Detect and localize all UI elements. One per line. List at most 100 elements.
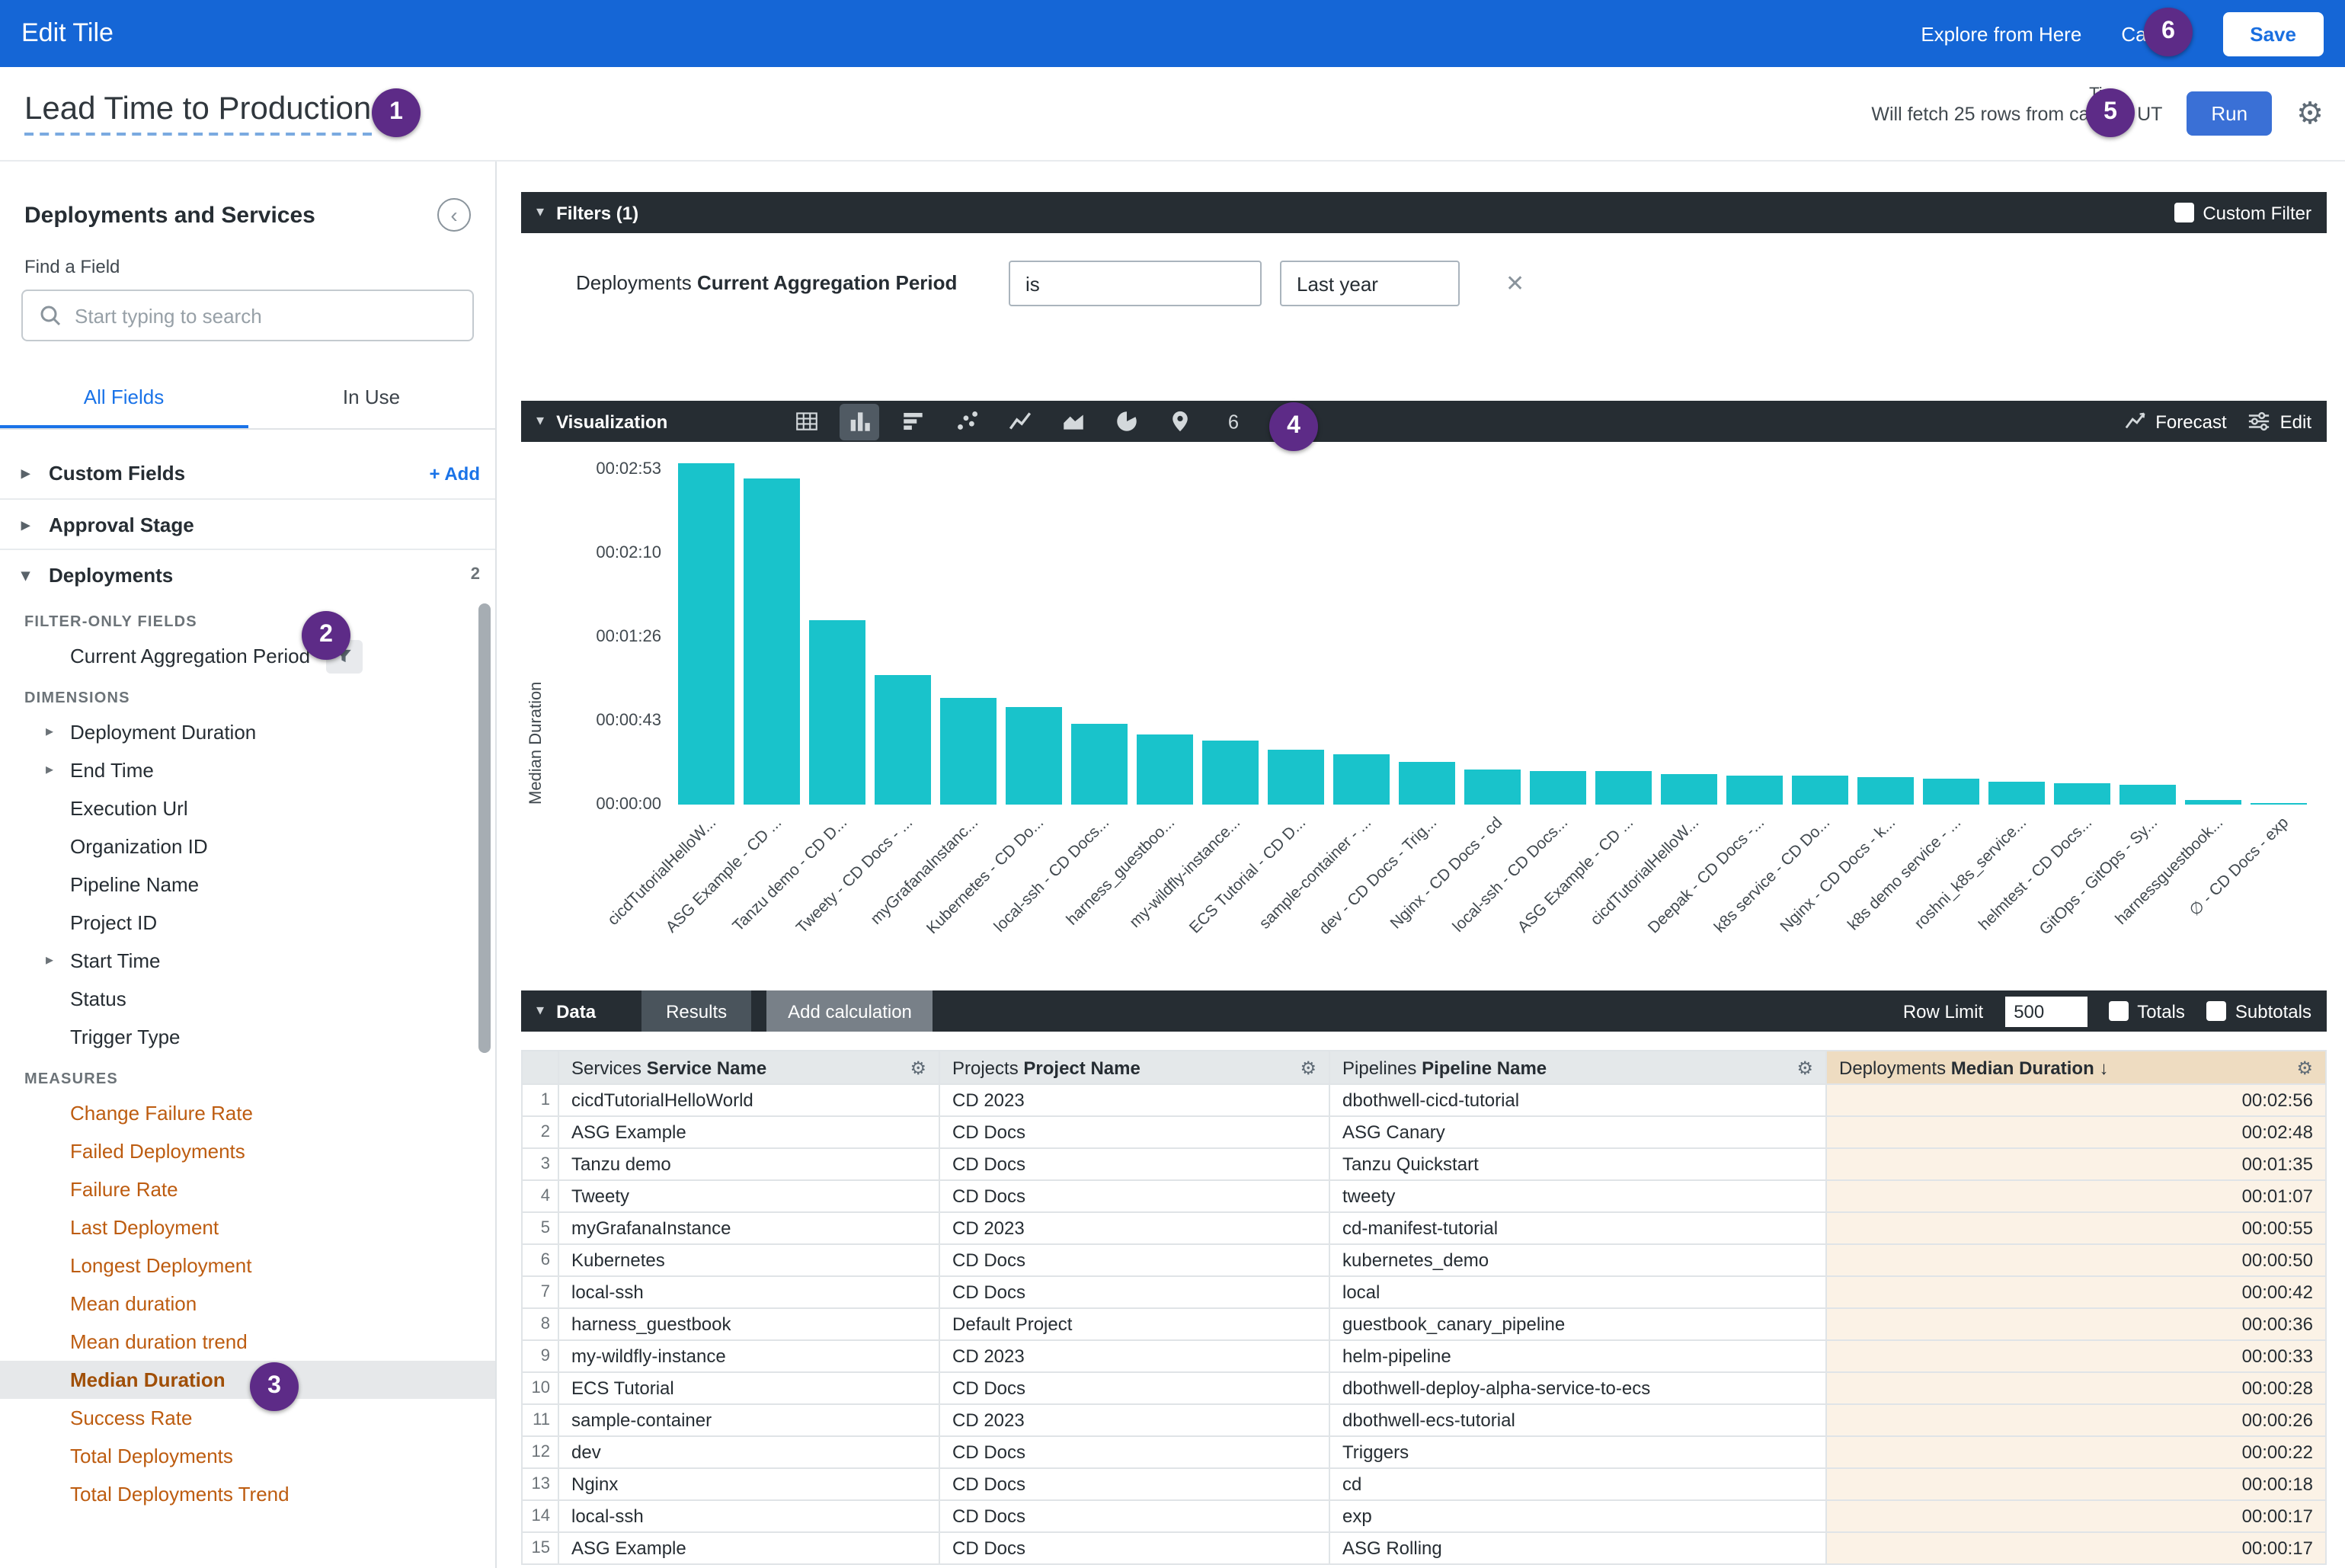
table-row[interactable]: 12devCD DocsTriggers00:00:22 <box>522 1436 2326 1468</box>
field-search[interactable] <box>21 290 474 341</box>
field-item-total-deployments-trend[interactable]: Total Deployments Trend <box>0 1475 495 1513</box>
bar[interactable] <box>1203 741 1258 805</box>
filters-header[interactable]: Filters (1) <box>556 202 638 223</box>
bar[interactable] <box>1072 723 1127 805</box>
forecast-button[interactable]: Forecast <box>2123 410 2226 433</box>
gear-icon[interactable]: ⚙ <box>910 1057 926 1078</box>
filter-operator-select[interactable]: is <box>1009 261 1262 306</box>
bar[interactable] <box>941 698 996 805</box>
column-header-pipeline-name[interactable]: ⚙Pipelines Pipeline Name <box>1329 1051 1826 1084</box>
bar[interactable] <box>744 479 799 805</box>
row-limit-input[interactable] <box>2004 996 2087 1026</box>
bar[interactable] <box>2055 783 2110 805</box>
gear-icon[interactable]: ⚙ <box>1796 1057 1813 1078</box>
table-row[interactable]: 6KubernetesCD Docskubernetes_demo00:00:5… <box>522 1244 2326 1276</box>
field-item-mean-duration-trend[interactable]: Mean duration trend <box>0 1323 495 1361</box>
table-row[interactable]: 14local-sshCD Docsexp00:00:17 <box>522 1500 2326 1532</box>
map-pin-icon[interactable] <box>1160 403 1199 440</box>
save-button[interactable]: Save <box>2222 11 2324 56</box>
tab-results[interactable]: Results <box>641 990 751 1032</box>
field-group-approval-stage[interactable]: ▸Approval Stage <box>0 498 495 549</box>
bar[interactable] <box>1334 754 1389 805</box>
field-item-organization-id[interactable]: Organization ID <box>0 827 495 866</box>
bar[interactable] <box>875 675 930 805</box>
pie-chart-icon[interactable] <box>1106 403 1146 440</box>
field-item-success-rate[interactable]: Success Rate <box>0 1399 495 1437</box>
bar[interactable] <box>1465 770 1520 805</box>
bar[interactable] <box>1858 777 1913 805</box>
explore-from-here-link[interactable]: Explore from Here <box>1921 22 2081 45</box>
remove-filter-icon[interactable]: ✕ <box>1505 261 1524 297</box>
field-item-median-duration[interactable]: Median Duration <box>0 1361 495 1399</box>
table-row[interactable]: 15ASG ExampleCD DocsASG Rolling00:00:17 <box>522 1532 2326 1564</box>
field-item-deployment-duration[interactable]: ▸Deployment Duration <box>0 713 495 751</box>
field-group-custom-fields[interactable]: ▸Custom Fields+ Add <box>0 448 495 498</box>
bar[interactable] <box>1137 734 1192 805</box>
bar[interactable] <box>1793 776 1848 805</box>
field-item-change-failure-rate[interactable]: Change Failure Rate <box>0 1094 495 1132</box>
field-item-start-time[interactable]: ▸Start Time <box>0 942 495 980</box>
add-calculation-button[interactable]: Add calculation <box>766 990 933 1032</box>
table-row[interactable]: 8harness_guestbookDefault Projectguestbo… <box>522 1308 2326 1340</box>
chevron-down-icon[interactable]: ▾ <box>536 413 544 430</box>
column-header-service-name[interactable]: ⚙Services Service Name <box>558 1051 939 1084</box>
table-row[interactable]: 10ECS TutorialCD Docsdbothwell-deploy-al… <box>522 1372 2326 1404</box>
data-header[interactable]: Data <box>556 1000 596 1022</box>
tab-all-fields[interactable]: All Fields <box>0 369 248 428</box>
table-row[interactable]: 2ASG ExampleCD DocsASG Canary00:02:48 <box>522 1116 2326 1148</box>
gear-icon[interactable]: ⚙ <box>2296 1057 2313 1078</box>
search-input[interactable] <box>75 304 457 327</box>
field-item-end-time[interactable]: ▸End Time <box>0 751 495 789</box>
table-row[interactable]: 3Tanzu demoCD DocsTanzu Quickstart00:01:… <box>522 1148 2326 1180</box>
subtotals-checkbox[interactable] <box>2206 1001 2226 1021</box>
table-icon[interactable] <box>786 403 826 440</box>
bar[interactable] <box>2251 802 2306 805</box>
tab-in-use[interactable]: In Use <box>248 369 495 428</box>
bar[interactable] <box>1727 776 1782 805</box>
field-item-pipeline-name[interactable]: Pipeline Name <box>0 866 495 904</box>
column-header-median-duration[interactable]: ⚙Deployments Median Duration ↓ <box>1826 1051 2326 1084</box>
bar[interactable] <box>1400 762 1454 805</box>
table-row[interactable]: 4TweetyCD Docstweety00:01:07 <box>522 1180 2326 1212</box>
field-item-trigger-type[interactable]: Trigger Type <box>0 1018 495 1056</box>
totals-checkbox[interactable] <box>2108 1001 2128 1021</box>
table-row[interactable]: 5myGrafanaInstanceCD 2023cd-manifest-tut… <box>522 1212 2326 1244</box>
bar[interactable] <box>2186 801 2241 805</box>
visualization-header[interactable]: Visualization <box>556 411 667 432</box>
bar[interactable] <box>1596 772 1651 805</box>
edit-viz-button[interactable]: Edit <box>2248 410 2311 433</box>
bar[interactable] <box>1006 708 1061 805</box>
table-row[interactable]: 9my-wildfly-instanceCD 2023helm-pipeline… <box>522 1340 2326 1372</box>
add-custom-field-button[interactable]: + Add <box>430 462 480 484</box>
gear-icon[interactable]: ⚙ <box>1300 1057 1316 1078</box>
table-row[interactable]: 1cicdTutorialHelloWorldCD 2023dbothwell-… <box>522 1084 2326 1116</box>
field-item-current-aggregation-period[interactable]: Current Aggregation Period <box>0 637 495 675</box>
field-item-execution-url[interactable]: Execution Url <box>0 789 495 827</box>
column-header-project-name[interactable]: ⚙Projects Project Name <box>939 1051 1329 1084</box>
chevron-down-icon[interactable]: ▾ <box>536 1003 544 1019</box>
single-value-icon[interactable]: 6 <box>1213 403 1252 440</box>
custom-filter-checkbox[interactable] <box>2174 203 2193 222</box>
field-item-failure-rate[interactable]: Failure Rate <box>0 1170 495 1208</box>
field-item-last-deployment[interactable]: Last Deployment <box>0 1208 495 1246</box>
bar[interactable] <box>1662 773 1716 805</box>
field-item-failed-deployments[interactable]: Failed Deployments <box>0 1132 495 1170</box>
field-group-deployments[interactable]: ▾Deployments2 <box>0 549 495 599</box>
sidebar-scrollbar[interactable] <box>478 603 491 1053</box>
table-row[interactable]: 13NginxCD Docscd00:00:18 <box>522 1468 2326 1500</box>
field-item-status[interactable]: Status <box>0 980 495 1018</box>
filter-value-input[interactable]: Last year <box>1280 261 1460 306</box>
bar[interactable] <box>2120 786 2175 805</box>
field-item-mean-duration[interactable]: Mean duration <box>0 1285 495 1323</box>
area-chart-icon[interactable] <box>1053 403 1093 440</box>
chevron-down-icon[interactable]: ▾ <box>536 204 544 221</box>
scatter-chart-icon[interactable] <box>946 403 986 440</box>
bar[interactable] <box>1531 772 1585 805</box>
column-chart-icon[interactable] <box>840 403 879 440</box>
bar[interactable] <box>1268 750 1323 805</box>
collapse-sidebar-icon[interactable]: ‹ <box>437 198 471 232</box>
bar-chart-icon[interactable] <box>893 403 933 440</box>
gear-icon[interactable]: ⚙ <box>2296 98 2324 129</box>
bar[interactable] <box>1924 779 1979 805</box>
field-item-project-id[interactable]: Project ID <box>0 904 495 942</box>
